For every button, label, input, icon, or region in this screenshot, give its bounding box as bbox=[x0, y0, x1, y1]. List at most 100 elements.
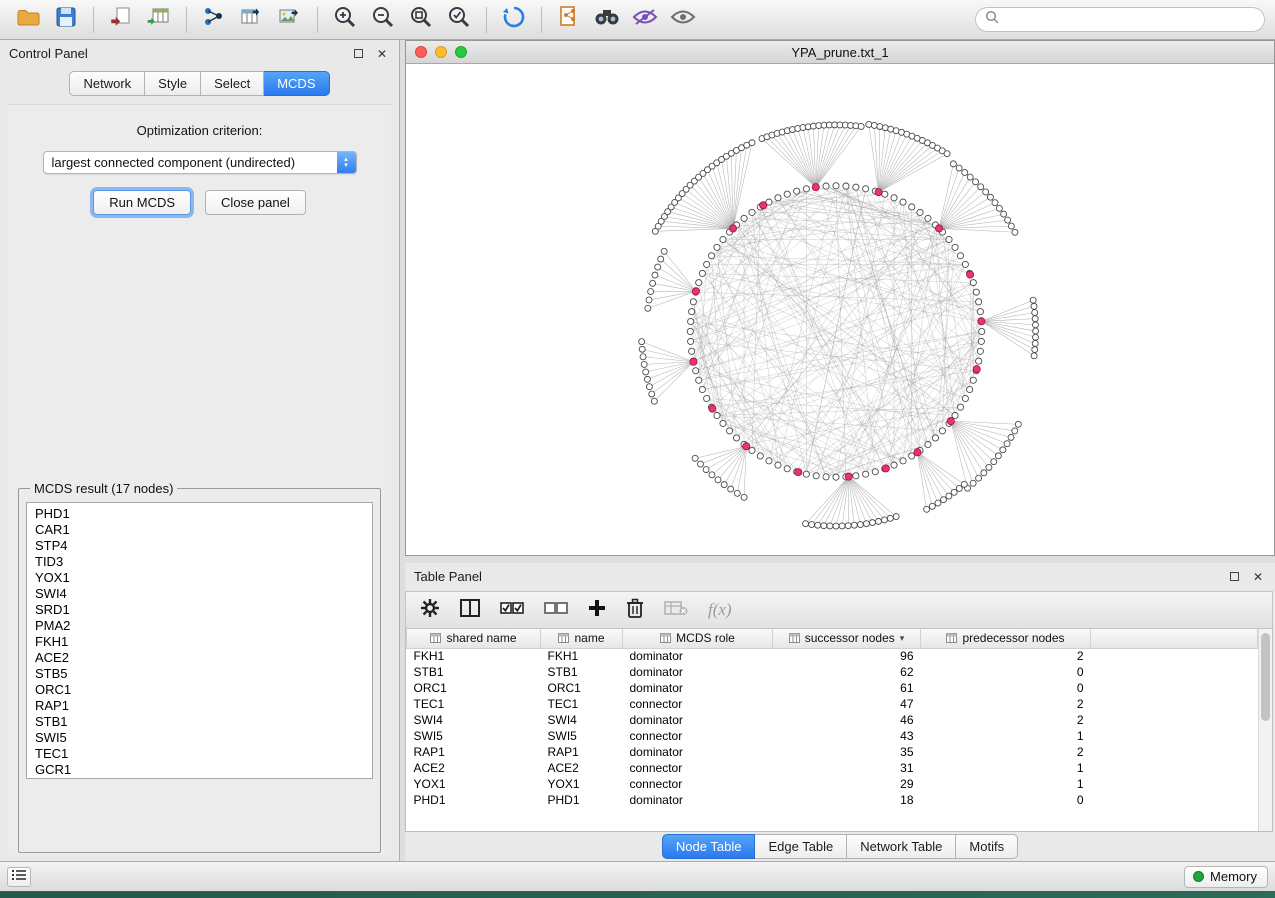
network-canvas[interactable] bbox=[406, 64, 1274, 555]
panel-splitter[interactable] bbox=[405, 556, 1275, 563]
table-row[interactable]: STB1STB1dominator620 bbox=[407, 664, 1258, 680]
cell-name[interactable]: ACE2 bbox=[541, 760, 623, 776]
cell-shared_name[interactable]: SWI4 bbox=[407, 712, 541, 728]
cell-succ[interactable]: 62 bbox=[773, 664, 921, 680]
deselect-all-button[interactable] bbox=[544, 600, 568, 621]
column-header-name[interactable]: name bbox=[541, 629, 623, 648]
cell-fill[interactable] bbox=[1091, 792, 1258, 808]
cell-fill[interactable] bbox=[1091, 696, 1258, 712]
result-item[interactable]: ACE2 bbox=[35, 650, 372, 666]
cell-succ[interactable]: 46 bbox=[773, 712, 921, 728]
cell-succ[interactable]: 29 bbox=[773, 776, 921, 792]
export-table-button[interactable] bbox=[234, 5, 270, 35]
table-row[interactable]: SWI4SWI4dominator462 bbox=[407, 712, 1258, 728]
float-panel-icon[interactable] bbox=[1226, 569, 1242, 585]
table-row[interactable]: YOX1YOX1connector291 bbox=[407, 776, 1258, 792]
table-row[interactable]: SWI5SWI5connector431 bbox=[407, 728, 1258, 744]
tab-edge-table[interactable]: Edge Table bbox=[755, 834, 847, 859]
cell-succ[interactable]: 96 bbox=[773, 648, 921, 664]
close-panel-button[interactable]: Close panel bbox=[205, 190, 306, 215]
cell-role[interactable]: connector bbox=[623, 696, 773, 712]
tab-mcds[interactable]: MCDS bbox=[264, 71, 329, 96]
cell-name[interactable]: PHD1 bbox=[541, 792, 623, 808]
import-file-button[interactable] bbox=[103, 5, 139, 35]
result-item[interactable]: SRD1 bbox=[35, 602, 372, 618]
refresh-layout-button[interactable] bbox=[496, 5, 532, 35]
hide-selection-button[interactable] bbox=[627, 5, 663, 35]
zoom-in-button[interactable] bbox=[327, 5, 363, 35]
cell-fill[interactable] bbox=[1091, 648, 1258, 664]
cell-pred[interactable]: 0 bbox=[921, 680, 1091, 696]
column-header-successor-nodes[interactable]: successor nodes▾ bbox=[773, 629, 921, 648]
result-item[interactable]: STB5 bbox=[35, 666, 372, 682]
cell-fill[interactable] bbox=[1091, 712, 1258, 728]
result-item[interactable]: TEC1 bbox=[35, 746, 372, 762]
cell-name[interactable]: STB1 bbox=[541, 664, 623, 680]
add-column-button[interactable] bbox=[588, 599, 606, 622]
cell-shared_name[interactable]: RAP1 bbox=[407, 744, 541, 760]
cell-succ[interactable]: 35 bbox=[773, 744, 921, 760]
cell-succ[interactable]: 61 bbox=[773, 680, 921, 696]
show-columns-button[interactable] bbox=[460, 599, 480, 622]
close-window-icon[interactable] bbox=[415, 46, 427, 58]
cell-role[interactable]: dominator bbox=[623, 744, 773, 760]
cell-shared_name[interactable]: FKH1 bbox=[407, 648, 541, 664]
close-panel-icon[interactable]: ✕ bbox=[374, 46, 390, 62]
cell-name[interactable]: FKH1 bbox=[541, 648, 623, 664]
cell-pred[interactable]: 1 bbox=[921, 728, 1091, 744]
search-network-button[interactable] bbox=[589, 5, 625, 35]
column-header-predecessor-nodes[interactable]: predecessor nodes bbox=[921, 629, 1091, 648]
cell-pred[interactable]: 1 bbox=[921, 776, 1091, 792]
tab-motifs[interactable]: Motifs bbox=[956, 834, 1018, 859]
cell-name[interactable]: TEC1 bbox=[541, 696, 623, 712]
cell-pred[interactable]: 2 bbox=[921, 696, 1091, 712]
maximize-window-icon[interactable] bbox=[455, 46, 467, 58]
cell-shared_name[interactable]: SWI5 bbox=[407, 728, 541, 744]
run-mcds-button[interactable]: Run MCDS bbox=[93, 190, 191, 215]
float-panel-icon[interactable] bbox=[350, 46, 366, 62]
cell-succ[interactable]: 18 bbox=[773, 792, 921, 808]
export-network-button[interactable] bbox=[196, 5, 232, 35]
result-item[interactable]: PHD1 bbox=[35, 506, 372, 522]
cell-shared_name[interactable]: PHD1 bbox=[407, 792, 541, 808]
cell-role[interactable]: connector bbox=[623, 776, 773, 792]
cell-role[interactable]: connector bbox=[623, 728, 773, 744]
save-session-button[interactable] bbox=[48, 5, 84, 35]
tab-style[interactable]: Style bbox=[145, 71, 201, 96]
cell-role[interactable]: dominator bbox=[623, 680, 773, 696]
result-item[interactable]: SWI4 bbox=[35, 586, 372, 602]
network-window-titlebar[interactable]: YPA_prune.txt_1 bbox=[406, 41, 1274, 64]
zoom-selected-button[interactable] bbox=[441, 5, 477, 35]
cell-name[interactable]: YOX1 bbox=[541, 776, 623, 792]
close-panel-icon[interactable]: ✕ bbox=[1250, 569, 1266, 585]
scrollbar-thumb[interactable] bbox=[1261, 633, 1270, 721]
column-header-shared-name[interactable]: shared name bbox=[407, 629, 541, 648]
result-item[interactable]: STB1 bbox=[35, 714, 372, 730]
cell-pred[interactable]: 0 bbox=[921, 664, 1091, 680]
tab-network[interactable]: Network bbox=[69, 71, 145, 96]
cell-shared_name[interactable]: ORC1 bbox=[407, 680, 541, 696]
table-row[interactable]: TEC1TEC1connector472 bbox=[407, 696, 1258, 712]
result-item[interactable]: PMA2 bbox=[35, 618, 372, 634]
select-all-button[interactable] bbox=[500, 600, 524, 621]
tab-select[interactable]: Select bbox=[201, 71, 264, 96]
result-item[interactable]: RAP1 bbox=[35, 698, 372, 714]
cell-shared_name[interactable]: YOX1 bbox=[407, 776, 541, 792]
cell-name[interactable]: SWI4 bbox=[541, 712, 623, 728]
tab-network-table[interactable]: Network Table bbox=[847, 834, 956, 859]
cell-pred[interactable]: 2 bbox=[921, 744, 1091, 760]
cell-succ[interactable]: 47 bbox=[773, 696, 921, 712]
column-header-mcds-role[interactable]: MCDS role bbox=[623, 629, 773, 648]
cell-pred[interactable]: 2 bbox=[921, 712, 1091, 728]
cell-role[interactable]: dominator bbox=[623, 792, 773, 808]
global-search-box[interactable] bbox=[975, 7, 1265, 32]
minimize-window-icon[interactable] bbox=[435, 46, 447, 58]
cell-fill[interactable] bbox=[1091, 744, 1258, 760]
mcds-result-list[interactable]: PHD1CAR1STP4TID3YOX1SWI4SRD1PMA2FKH1ACE2… bbox=[26, 502, 373, 779]
result-item[interactable]: TID3 bbox=[35, 554, 372, 570]
import-table-button[interactable] bbox=[141, 5, 177, 35]
table-row[interactable]: RAP1RAP1dominator352 bbox=[407, 744, 1258, 760]
cell-shared_name[interactable]: TEC1 bbox=[407, 696, 541, 712]
network-graph[interactable] bbox=[406, 64, 1274, 555]
cell-fill[interactable] bbox=[1091, 776, 1258, 792]
